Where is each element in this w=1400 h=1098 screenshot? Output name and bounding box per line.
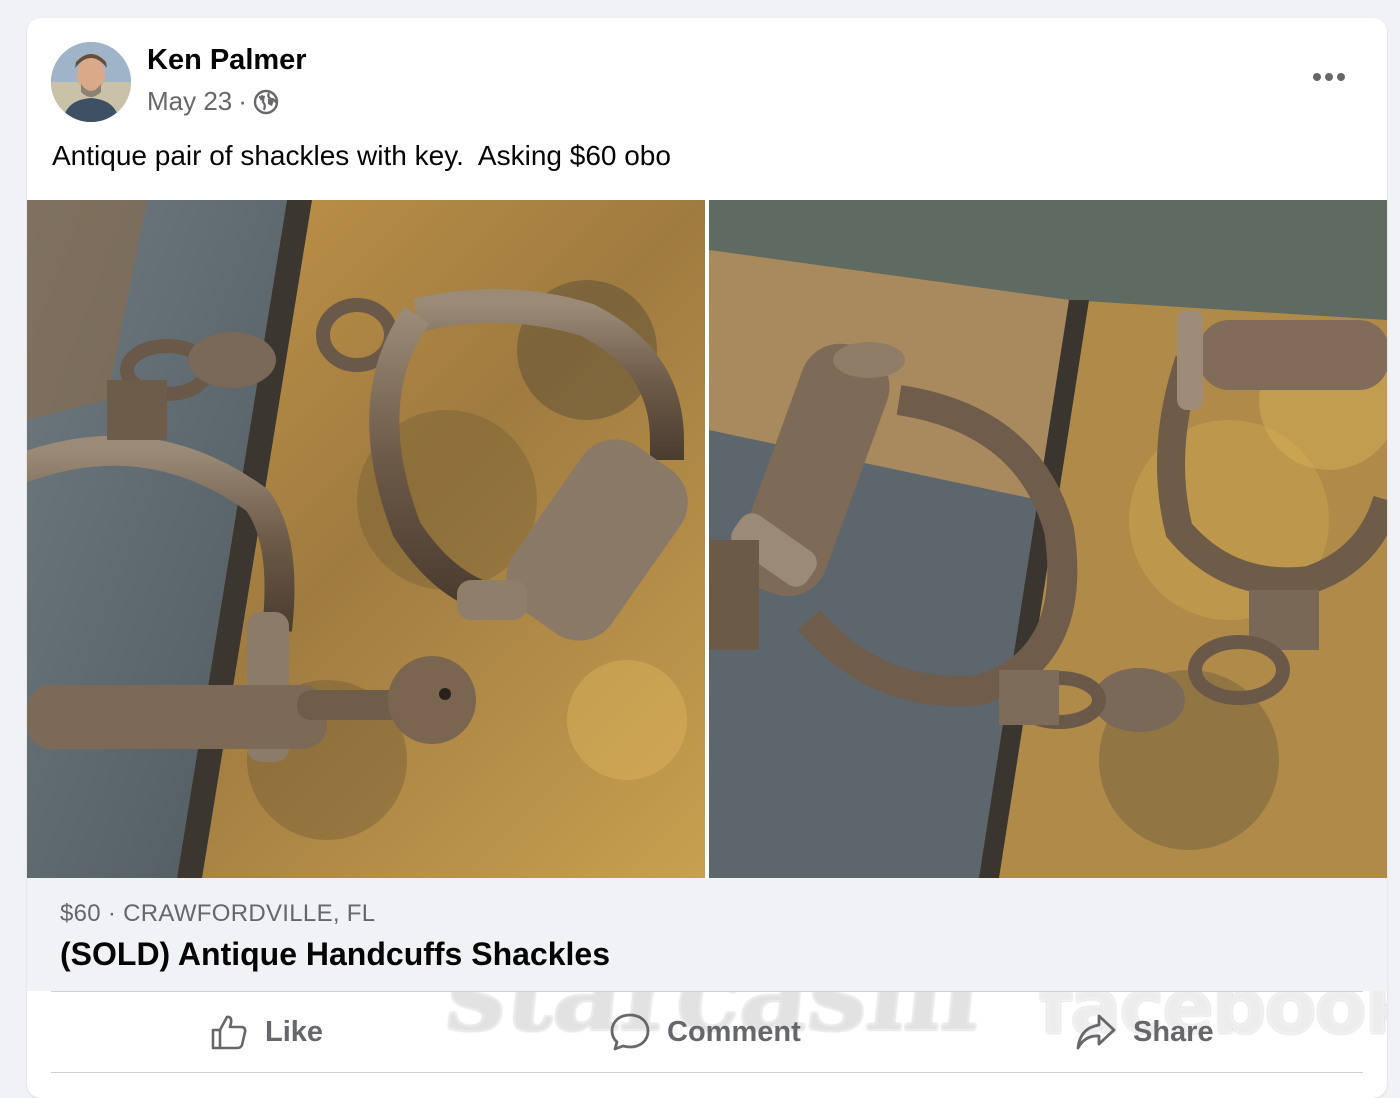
comment-label: Comment [667, 1015, 801, 1048]
listing-price-location: $60 · CRAWFORDVILLE, FL [60, 900, 376, 927]
post-card: Ken Palmer May 23 · Antique pair of shac… [27, 18, 1387, 1098]
photo-grid: starcasm facebook [27, 200, 1387, 1056]
author-name[interactable]: Ken Palmer [147, 44, 307, 77]
listing-title: (SOLD) Antique Handcuffs Shackles [60, 936, 610, 972]
photo-shackles-right[interactable] [709, 200, 1387, 878]
action-bar: Like Comment Share [51, 991, 1363, 1073]
globe-icon[interactable] [253, 89, 279, 115]
post-date[interactable]: May 23 [147, 86, 232, 117]
post-text: Antique pair of shackles with key. Askin… [52, 140, 671, 171]
thumbs-up-icon [211, 1015, 247, 1050]
comment-button[interactable]: Comment [609, 992, 801, 1072]
marketplace-listing[interactable]: $60 · CRAWFORDVILLE, FL (SOLD) Antique H… [27, 878, 1387, 991]
post-header: Ken Palmer May 23 · [27, 18, 1387, 138]
more-options-icon[interactable] [1307, 62, 1351, 92]
photo-shackles-left[interactable] [27, 200, 705, 878]
like-button[interactable]: Like [209, 992, 323, 1072]
avatar-image [51, 42, 131, 122]
like-label: Like [265, 1015, 324, 1048]
meta-separator: · [238, 86, 247, 116]
share-button[interactable]: Share [1075, 992, 1214, 1072]
comment-bubble-icon [610, 1013, 650, 1051]
author-avatar[interactable] [51, 42, 131, 122]
share-label: Share [1133, 1015, 1214, 1048]
post-meta: May 23 · [147, 86, 279, 117]
share-arrow-icon [1076, 1014, 1116, 1050]
